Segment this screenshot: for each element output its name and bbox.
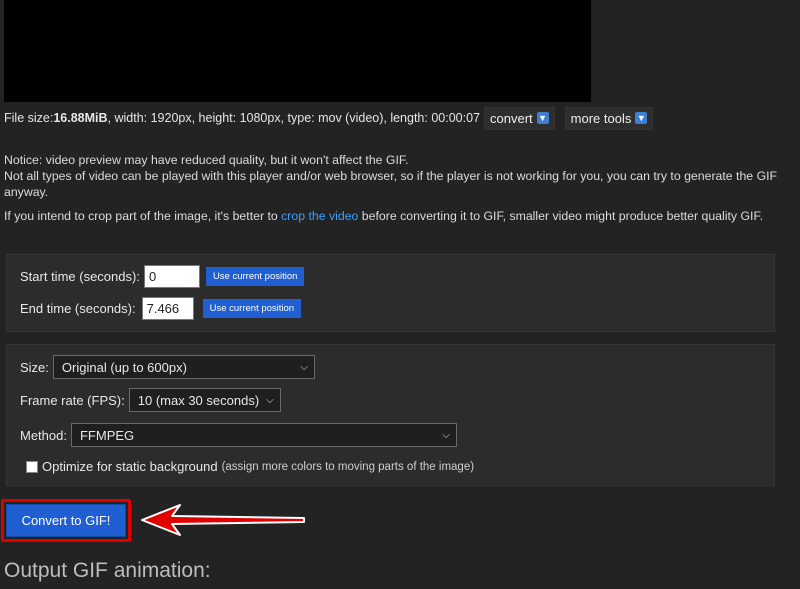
method-select[interactable]: FFMPEG ⌵ xyxy=(70,423,457,447)
notice-text: Notice: video preview may have reduced q… xyxy=(4,152,784,232)
crop-text-before: If you intend to crop part of the image,… xyxy=(4,209,282,223)
chevron-down-icon: ⌵ xyxy=(300,361,308,373)
convert-menu-button[interactable]: convert ▼ xyxy=(484,106,555,130)
convert-to-gif-button[interactable]: Convert to GIF! xyxy=(6,504,126,537)
time-panel: Start time (seconds): Use current positi… xyxy=(6,254,775,332)
size-select-value: Original (up to 600px) xyxy=(61,359,187,375)
video-preview[interactable] xyxy=(4,0,591,102)
annotation-arrow-icon xyxy=(141,504,305,536)
end-time-label: End time (seconds): xyxy=(20,301,136,316)
start-time-label: Start time (seconds): xyxy=(20,269,140,284)
size-label: Size: xyxy=(20,359,49,375)
end-time-input[interactable] xyxy=(141,297,194,320)
fps-select[interactable]: 10 (max 30 seconds) ⌵ xyxy=(128,388,281,412)
method-select-value: FFMPEG xyxy=(79,427,135,443)
convert-menu-label: convert xyxy=(490,110,533,126)
crop-text-after: before converting it to GIF, smaller vid… xyxy=(358,209,764,223)
chevron-down-icon: ▼ xyxy=(536,112,549,124)
fps-label: Frame rate (FPS): xyxy=(20,392,125,408)
crop-video-link[interactable]: crop the video xyxy=(281,209,358,223)
file-details: , width: 1920px, height: 1080px, type: m… xyxy=(107,111,480,125)
start-time-input[interactable] xyxy=(143,265,200,288)
notice-line-2: Not all types of video can be played wit… xyxy=(4,169,778,199)
more-tools-label: more tools xyxy=(570,110,632,126)
optimize-label[interactable]: Optimize for static background xyxy=(42,459,218,474)
optimize-hint: (assign more colors to moving parts of t… xyxy=(221,460,475,473)
file-info: File size: 16.88MiB , width: 1920px, hei… xyxy=(4,106,800,130)
file-info-prefix: File size: xyxy=(4,111,54,125)
file-size: 16.88MiB xyxy=(53,111,108,125)
start-use-current-button[interactable]: Use current position xyxy=(205,267,305,286)
chevron-down-icon: ⌵ xyxy=(442,429,450,441)
end-use-current-button[interactable]: Use current position xyxy=(202,299,302,318)
chevron-down-icon: ▼ xyxy=(635,112,648,124)
optimize-checkbox[interactable] xyxy=(26,460,38,473)
size-select[interactable]: Original (up to 600px) ⌵ xyxy=(52,355,315,379)
chevron-down-icon: ⌵ xyxy=(266,394,274,406)
fps-select-value: 10 (max 30 seconds) xyxy=(137,392,260,408)
output-section-title: Output GIF animation: xyxy=(4,559,211,582)
options-panel: Size: Original (up to 600px) ⌵ Frame rat… xyxy=(6,344,775,486)
notice-line-1: Notice: video preview may have reduced q… xyxy=(4,153,409,167)
method-label: Method: xyxy=(20,427,67,443)
more-tools-button[interactable]: more tools ▼ xyxy=(564,106,654,130)
